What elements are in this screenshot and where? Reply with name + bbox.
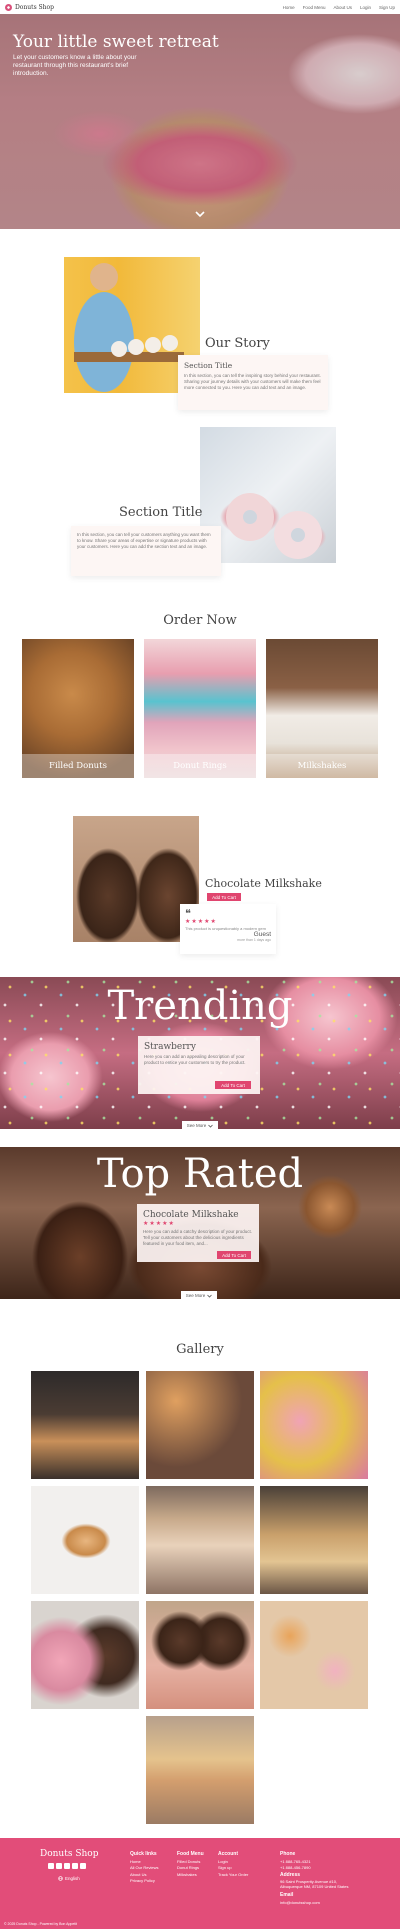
top-rated-product-name: Chocolate Milkshake [143, 1210, 239, 1220]
nav-link-login[interactable]: Login [360, 5, 371, 10]
see-more-label: See More [186, 1123, 207, 1128]
category-card-filled-donuts[interactable]: Filled Donuts [22, 639, 134, 778]
story-panel: Section Title In this section, you can t… [178, 355, 328, 410]
section-panel-text: In this section, you can tell your custo… [77, 532, 211, 549]
trending-title: Trending [107, 983, 293, 1029]
social-links [48, 1863, 86, 1869]
gallery-image[interactable] [260, 1486, 368, 1594]
top-rated-title: Top Rated [96, 1151, 304, 1197]
footer-quick-links: Quick links Home All Our Reviews About U… [130, 1851, 158, 1885]
footer-column-heading: Quick links [130, 1851, 157, 1857]
language-label: English [65, 1876, 80, 1881]
featured-product-name: Chocolate Milkshake [205, 877, 322, 890]
hero-title: Your little sweet retreat [13, 32, 219, 52]
copyright: © 2025 Donuts Shop - Powered by Bon Appe… [4, 1922, 78, 1926]
facebook-icon[interactable] [48, 1863, 54, 1869]
trending-product-name: Strawberry [144, 1042, 196, 1052]
gallery-image[interactable] [146, 1486, 254, 1594]
review-author: Guest [253, 931, 271, 938]
twitter-icon[interactable] [56, 1863, 62, 1869]
top-rated-see-more-button[interactable]: See More [181, 1291, 217, 1300]
footer-link[interactable]: Track Your Order [218, 1872, 248, 1879]
globe-icon [58, 1876, 63, 1881]
hero-subtitle: Let your customers know a little about y… [13, 54, 137, 77]
see-more-label: See More [185, 1293, 206, 1298]
footer-food-menu: Food Menu Filled Donuts Donut Rings Milk… [177, 1851, 204, 1878]
brand[interactable]: Donuts Shop [5, 3, 54, 11]
footer-brand: Donuts Shop [40, 1849, 99, 1859]
footer-column-heading: Food Menu [177, 1851, 204, 1857]
email-icon[interactable] [80, 1863, 86, 1869]
brand-name: Donuts Shop [15, 3, 54, 11]
nav-link-about-us[interactable]: About Us [333, 5, 352, 10]
chevron-down-icon [207, 1294, 213, 1298]
hero-banner: Your little sweet retreat Let your custo… [0, 14, 400, 229]
story-panel-text: In this section, you can tell the inspir… [184, 373, 321, 390]
youtube-icon[interactable] [64, 1863, 70, 1869]
footer-column-heading: Email [280, 1892, 294, 1898]
gallery-image[interactable] [31, 1601, 139, 1709]
gallery-image[interactable] [260, 1601, 368, 1709]
order-heading: Order Now [163, 613, 237, 628]
category-label: Donut Rings [144, 754, 256, 778]
trending-add-to-cart-button[interactable]: Add To Cart [215, 1081, 251, 1089]
review-card: ❝ ★★★★★ This product is unquestionably a… [180, 904, 276, 954]
instagram-icon[interactable] [72, 1863, 78, 1869]
top-rated-product-description: Here you can add a catchy description of… [143, 1229, 253, 1246]
review-stars: ★★★★★ [185, 919, 217, 925]
top-rated-add-to-cart-button[interactable]: Add To Cart [217, 1251, 251, 1259]
gallery-image[interactable] [31, 1486, 139, 1594]
footer-link[interactable]: All Our Reviews [130, 1865, 158, 1872]
language-selector[interactable]: English [58, 1876, 80, 1881]
nav-links: Home Food Menu About Us Login Sign Up [283, 5, 395, 10]
gallery-image[interactable] [31, 1371, 139, 1479]
donut-logo-icon [5, 3, 12, 11]
footer-contact: Phone +1 888-765-4321 +1 888-456-7890 Ad… [280, 1851, 360, 1906]
nav-link-food-menu[interactable]: Food Menu [303, 5, 326, 10]
chevron-down-icon [208, 1124, 214, 1128]
section-heading: Section Title [119, 505, 203, 520]
footer-link[interactable]: Privacy Policy [130, 1878, 158, 1885]
address-text: 96 Saint Prosperity Avenue #10, Albuquer… [280, 1879, 349, 1889]
nav-link-sign-up[interactable]: Sign Up [379, 5, 395, 10]
gallery-image[interactable] [146, 1601, 254, 1709]
footer-account: Account Login Sign up Track Your Order [218, 1851, 248, 1878]
footer-link[interactable]: Milkshakes [177, 1872, 204, 1879]
email-link[interactable]: info@donutsshop.com [280, 1900, 360, 1907]
category-card-milkshakes[interactable]: Milkshakes [266, 639, 378, 778]
add-to-cart-button[interactable]: Add To Cart [207, 893, 241, 901]
top-rated-stars: ★★★★★ [143, 1221, 175, 1227]
category-label: Milkshakes [266, 754, 378, 778]
section-panel: In this section, you can tell your custo… [71, 526, 221, 576]
story-panel-title: Section Title [184, 361, 233, 370]
category-label: Filled Donuts [22, 754, 134, 778]
chevron-down-icon[interactable] [195, 209, 205, 219]
footer-column-heading: Account [218, 1851, 238, 1857]
top-navbar: Donuts Shop Home Food Menu About Us Logi… [0, 0, 400, 14]
quote-icon: ❝ [185, 907, 191, 920]
story-heading: Our Story [205, 336, 270, 351]
gallery-image[interactable] [146, 1716, 254, 1824]
category-card-donut-rings[interactable]: Donut Rings [144, 639, 256, 778]
nav-link-home[interactable]: Home [283, 5, 295, 10]
review-date: more than 1 days ago [237, 938, 271, 942]
footer-column-heading: Phone [280, 1851, 296, 1857]
gallery-image[interactable] [260, 1371, 368, 1479]
gallery-image[interactable] [146, 1371, 254, 1479]
trending-see-more-button[interactable]: See More [182, 1121, 218, 1130]
footer-column-heading: Address [280, 1871, 301, 1878]
trending-product-description: Here you can add an appealing descriptio… [144, 1054, 246, 1065]
gallery-heading: Gallery [176, 1342, 224, 1357]
